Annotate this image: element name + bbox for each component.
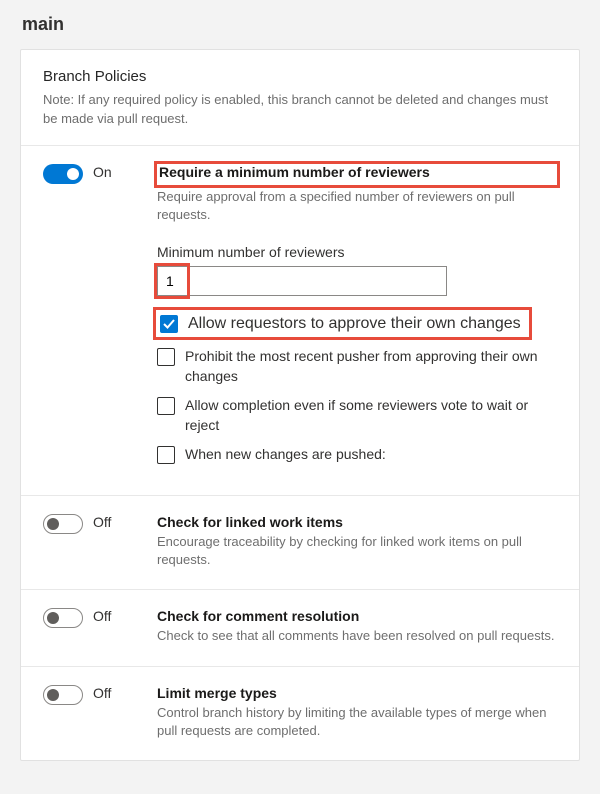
policy-title: Limit merge types [157,685,557,701]
checkbox-label: Prohibit the most recent pusher from app… [185,347,557,386]
checkmark-icon [163,318,175,330]
policy-title: Check for comment resolution [157,608,557,624]
toggle-state-label: Off [93,685,111,701]
policy-desc: Encourage traceability by checking for l… [157,533,557,569]
policy-desc: Require approval from a specified number… [157,188,557,224]
toggle-min-reviewers[interactable] [43,164,83,184]
toggle-comment-resolution[interactable] [43,608,83,628]
min-reviewers-input[interactable] [157,266,447,296]
policy-min-reviewers: On Require a minimum number of reviewers… [21,146,579,496]
field-label-min-reviewers: Minimum number of reviewers [157,244,557,260]
checkbox-label: Allow completion even if some reviewers … [185,396,557,435]
branch-policies-card: Branch Policies Note: If any required po… [20,49,580,761]
highlight-annotation: Require a minimum number of reviewers [154,161,560,188]
toggle-merge-types[interactable] [43,685,83,705]
checkbox-allow-self-approve[interactable] [160,315,178,333]
page-title: main [0,0,600,45]
checkbox-new-changes[interactable] [157,446,175,464]
policy-desc: Control branch history by limiting the a… [157,704,557,740]
toggle-linked-work-items[interactable] [43,514,83,534]
highlight-annotation: Allow requestors to approve their own ch… [153,307,532,340]
checkbox-allow-completion[interactable] [157,397,175,415]
checkbox-label: When new changes are pushed: [185,445,557,465]
toggle-state-label: Off [93,608,111,624]
card-note: Note: If any required policy is enabled,… [43,91,557,129]
policy-linked-work-items: Off Check for linked work items Encourag… [21,496,579,590]
card-header: Branch Policies Note: If any required po… [21,50,579,146]
card-title: Branch Policies [43,68,557,85]
checkbox-prohibit-recent-pusher[interactable] [157,348,175,366]
policy-title: Require a minimum number of reviewers [159,164,555,180]
policy-desc: Check to see that all comments have been… [157,627,557,645]
checkbox-label: Allow requestors to approve their own ch… [188,315,521,333]
policy-title: Check for linked work items [157,514,557,530]
policy-comment-resolution: Off Check for comment resolution Check t… [21,590,579,666]
policy-merge-types: Off Limit merge types Control branch his… [21,667,579,760]
toggle-state-label: On [93,164,112,180]
toggle-state-label: Off [93,514,111,530]
